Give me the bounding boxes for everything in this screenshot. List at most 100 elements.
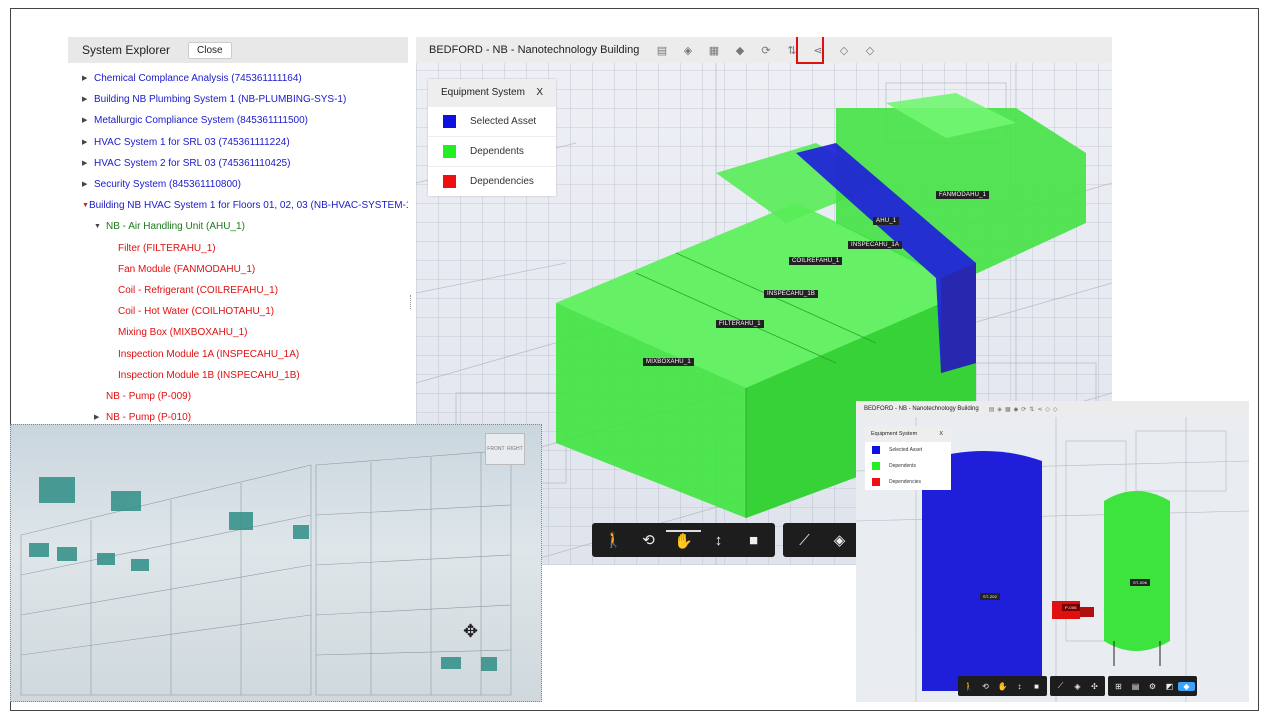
fullscreen-icon[interactable]: ◩	[1161, 682, 1178, 691]
inset-legend-row-dependents: Dependents	[865, 458, 951, 474]
collapse-icon[interactable]: ▼	[82, 195, 89, 216]
expand-icon[interactable]: ▶	[82, 110, 94, 131]
legend-row-dependencies: Dependencies	[428, 166, 556, 196]
tree-item-chemical[interactable]: ▶ Chemical Complance Analysis (7453611111…	[68, 68, 408, 89]
measure-icon[interactable]: ⟋	[1052, 681, 1069, 691]
collapse-icon[interactable]: ▼	[94, 216, 106, 237]
tree-item-coil-refrigerant[interactable]: Coil - Refrigerant (COILREFAHU_1)	[68, 280, 408, 301]
view-cube[interactable]: FRONT RIGHT	[485, 433, 525, 465]
section-icon[interactable]: ◈	[822, 531, 857, 549]
move-left-icon[interactable]: ◇	[831, 44, 857, 57]
tree-item-ahu[interactable]: ▼ NB - Air Handling Unit (AHU_1)	[68, 216, 408, 237]
tree-item-hvac2[interactable]: ▶ HVAC System 2 for SRL 03 (745361110425)	[68, 153, 408, 174]
tag-st-202[interactable]: ST-202	[980, 593, 1001, 600]
walk-icon[interactable]: 🚶	[960, 682, 977, 691]
legend-label: Dependencies	[889, 479, 921, 485]
layers-icon[interactable]: ◈	[675, 44, 701, 57]
tree-item-coil-hot-water[interactable]: Coil - Hot Water (COILHOTAHU_1)	[68, 301, 408, 322]
tree-item-hvac1[interactable]: ▶ HVAC System 1 for SRL 03 (745361111224)	[68, 132, 408, 153]
legend-swatch	[443, 175, 456, 188]
pan-icon[interactable]: ✋	[666, 530, 701, 550]
tree-item-label: Building NB Plumbing System 1 (NB-PLUMBI…	[94, 94, 347, 106]
navigation-toolbar: 🚶 ⟲ ✋ ↕ ■ ⟋ ◈	[592, 523, 869, 557]
system-explorer-panel: System Explorer Close ▶ Chemical Complanc…	[68, 37, 408, 427]
panel-splitter[interactable]	[410, 295, 414, 309]
tree-item-plumbing[interactable]: ▶ Building NB Plumbing System 1 (NB-PLUMB…	[68, 89, 408, 110]
pan-icon[interactable]: ✋	[994, 682, 1011, 691]
refresh-icon[interactable]: ⟳	[753, 44, 779, 57]
explode-icon[interactable]: ✣	[1086, 682, 1103, 691]
system-tree: ▶ Chemical Complance Analysis (7453611111…	[68, 63, 408, 427]
orbit-icon[interactable]: ⟲	[977, 682, 994, 691]
tree-item-label: Inspection Module 1B (INSPECAHU_1B)	[118, 369, 300, 381]
tag-icon[interactable]: ◆	[727, 44, 753, 57]
tree-item-label: NB - Pump (P-009)	[106, 391, 192, 403]
tag-toggle-icon[interactable]: ◆	[1178, 681, 1195, 691]
close-button[interactable]: Close	[188, 41, 232, 59]
orbit-icon[interactable]: ⟲	[631, 531, 666, 549]
camera-icon[interactable]: ■	[736, 532, 771, 549]
zoom-icon[interactable]: ↕	[701, 532, 736, 549]
expand-icon[interactable]: ▶	[82, 68, 94, 89]
inset-nav-group: 🚶 ⟲ ✋ ↕ ■	[958, 676, 1047, 696]
legend-label: Selected Asset	[470, 116, 537, 127]
tree-item-label: NB - Air Handling Unit (AHU_1)	[106, 221, 245, 233]
legend-label: Dependents	[470, 146, 524, 157]
legend-swatch	[872, 478, 880, 486]
legend-close-button[interactable]: X	[536, 87, 543, 98]
inset-settings-group: ⊞ ▤ ⚙ ◩ ◆	[1108, 676, 1197, 696]
zoom-icon[interactable]: ↕	[1011, 682, 1028, 691]
nav-group-tools: ⟋ ◈	[783, 523, 861, 557]
grid-icon[interactable]: ▦	[701, 44, 727, 57]
tag-p-006[interactable]: P-006	[1062, 604, 1080, 611]
tag-mixboxahu[interactable]: MIXBOXAHU_1	[643, 358, 694, 366]
legend-swatch	[872, 462, 880, 470]
tree-item-mixing-box[interactable]: Mixing Box (MIXBOXAHU_1)	[68, 322, 408, 343]
tree-item-inspection-1a[interactable]: Inspection Module 1A (INSPECAHU_1A)	[68, 344, 408, 365]
tree-item-label: Chemical Complance Analysis (74536111116…	[94, 73, 302, 84]
tree-item-label: Mixing Box (MIXBOXAHU_1)	[118, 327, 248, 339]
inset-legend-row-selected: Selected Asset	[865, 442, 951, 458]
legend-swatch	[443, 115, 456, 128]
expand-icon[interactable]: ▶	[82, 132, 94, 153]
tag-filterahu[interactable]: FILTERAHU_1	[716, 320, 764, 328]
highlight-box	[796, 37, 824, 64]
legend-label: Selected Asset	[889, 447, 923, 453]
inset-legend-close-button[interactable]: X	[939, 431, 943, 437]
tag-ahu[interactable]: AHU_1	[873, 217, 900, 225]
building-wireframe-image: FRONT RIGHT ✥	[10, 424, 542, 702]
properties-icon[interactable]: ▤	[1127, 682, 1144, 691]
view-cube-front[interactable]: FRONT	[487, 446, 504, 452]
tag-inspecahu-1a[interactable]: INSPECAHU_1A	[848, 241, 903, 249]
model-structure-icon[interactable]: ⊞	[1110, 682, 1127, 691]
camera-icon[interactable]: ■	[1028, 682, 1045, 691]
view-cube-right[interactable]: RIGHT	[507, 446, 523, 452]
tag-coilrefahu[interactable]: COILREFAHU_1	[789, 257, 843, 265]
tree-item-inspection-1b[interactable]: Inspection Module 1B (INSPECAHU_1B)	[68, 365, 408, 386]
tag-fanmodahu[interactable]: FANMODAHU_1	[936, 191, 990, 199]
move-right-icon[interactable]: ◇	[857, 44, 883, 57]
walk-icon[interactable]: 🚶	[596, 531, 631, 549]
expand-icon[interactable]: ▶	[82, 89, 94, 110]
legend-swatch	[443, 145, 456, 158]
tree-item-fan-module[interactable]: Fan Module (FANMODAHU_1)	[68, 259, 408, 280]
tag-st-006[interactable]: ST-006	[1130, 579, 1151, 586]
measure-icon[interactable]: ⟋	[787, 532, 822, 549]
tree-item-security[interactable]: ▶ Security System (845361110800)	[68, 174, 408, 195]
tag-inspecahu-1b[interactable]: INSPECAHU_1B	[764, 290, 819, 298]
tree-item-nb-hvac[interactable]: ▼ Building NB HVAC System 1 for Floors 01…	[68, 195, 408, 216]
tree-item-pump-009[interactable]: NB - Pump (P-009)	[68, 386, 408, 407]
inset-navigation-toolbar: 🚶 ⟲ ✋ ↕ ■ ⟋ ◈ ✣ ⊞ ▤ ⚙ ◩ ◆	[958, 676, 1200, 696]
expand-icon[interactable]: ▶	[82, 153, 94, 174]
tree-item-label: Fan Module (FANMODAHU_1)	[118, 263, 256, 275]
tree-item-metallurgic[interactable]: ▶ Metallurgic Compliance System (84536111…	[68, 110, 408, 131]
section-icon[interactable]: ◈	[1069, 682, 1086, 691]
model-browser-icon[interactable]: ▤	[649, 44, 675, 57]
legend-header: Equipment System X	[428, 79, 556, 106]
settings-icon[interactable]: ⚙	[1144, 682, 1161, 691]
tree-item-filter[interactable]: Filter (FILTERAHU_1)	[68, 238, 408, 259]
legend-row-selected: Selected Asset	[428, 106, 556, 136]
expand-icon[interactable]: ▶	[82, 174, 94, 195]
tree-item-label: HVAC System 2 for SRL 03 (745361110425)	[94, 157, 291, 169]
inset-legend-header: Equipment System X	[865, 426, 951, 442]
